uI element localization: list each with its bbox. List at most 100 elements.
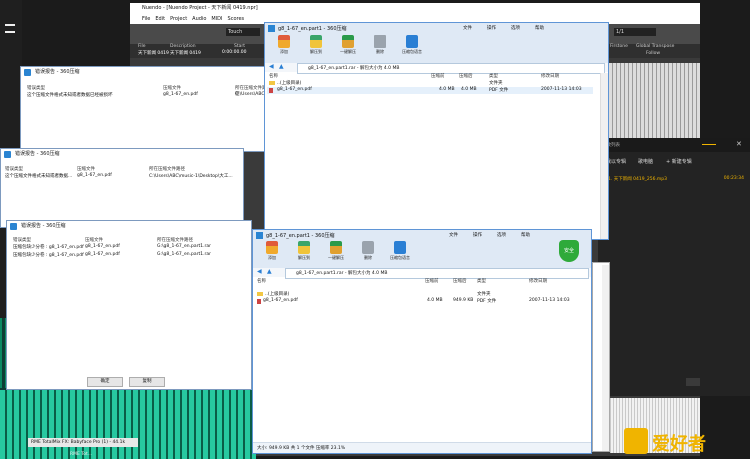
menu-project[interactable]: Project	[170, 14, 187, 24]
delete-button[interactable]: 删除	[369, 35, 391, 55]
add-label: 添加	[280, 49, 288, 54]
back-icon[interactable]: ◀	[257, 268, 262, 275]
app-icon	[268, 25, 275, 32]
add-icon	[266, 241, 278, 254]
col-before[interactable]: 压缩前	[425, 278, 439, 284]
start-header: Start	[234, 44, 245, 49]
app-icon	[24, 69, 31, 76]
zip1-menu-action[interactable]: 操作	[487, 25, 496, 31]
add-button[interactable]: 添加	[273, 35, 295, 55]
menu-midi[interactable]: MIDI	[211, 14, 222, 24]
zip1-file-row[interactable]: g8_1-67_en.pdf 4.0 MB 4.0 MB PDF 文件 2007…	[267, 87, 593, 94]
trash-icon	[362, 241, 374, 254]
col-type[interactable]: 类型	[477, 278, 486, 284]
menu-file[interactable]: File	[142, 14, 150, 24]
zip1-menu-help[interactable]: 帮助	[535, 25, 544, 31]
folder-icon	[269, 81, 275, 85]
zip2-menu-file[interactable]: 文件	[449, 232, 458, 238]
volume-slider[interactable]	[702, 144, 716, 145]
status-text: 大小: 949.9 KB 共 1 个文件 压缩率 23.1%	[257, 446, 346, 451]
touch-select[interactable]: Touch	[226, 28, 260, 36]
col-date[interactable]: 修改日期	[541, 73, 559, 79]
start-menu-icon[interactable]	[5, 24, 15, 33]
archive-window-2: g8_1-67_en.part1 - 360压缩 文件 操作 选项 帮助 添加 …	[252, 229, 592, 454]
col-name[interactable]: 名称	[257, 278, 266, 284]
delete-label: 删除	[364, 255, 372, 260]
col-after[interactable]: 压缩后	[459, 73, 473, 79]
extract-to-button[interactable]: 解压到	[305, 35, 327, 55]
player-close-icon[interactable]: ✕	[736, 140, 742, 148]
up-icon[interactable]: ▲	[267, 268, 272, 275]
pos-select[interactable]: 1/1	[614, 28, 656, 36]
background-scrollbar[interactable]	[602, 265, 609, 451]
extract-to-button[interactable]: 解压到	[293, 241, 315, 261]
parent-dir: ..(上级目录)	[277, 81, 302, 86]
zip1-title: g8_1-67_en.part1 - 360压缩	[278, 26, 347, 32]
one-click-extract-button[interactable]: 一键解压	[337, 35, 359, 55]
zip2-menu-action[interactable]: 操作	[473, 232, 482, 238]
delete-label: 删除	[376, 49, 384, 54]
back-icon[interactable]: ◀	[269, 63, 274, 70]
col-name[interactable]: 名称	[269, 73, 278, 79]
menu-scores[interactable]: Scores	[228, 14, 245, 24]
zip2-title: g8_1-67_en.part1 - 360压缩	[266, 233, 335, 239]
zip1-menu-options[interactable]: 选项	[511, 25, 520, 31]
error3-titlebar: 错误报告 - 360压缩	[7, 221, 251, 232]
file-value: 天下新闻 0419	[138, 51, 169, 56]
col-type[interactable]: 类型	[489, 73, 498, 79]
parent-type: 文件夹	[477, 292, 491, 297]
new-album-button[interactable]: + 新建专辑	[666, 158, 692, 165]
song-row[interactable]: 1. 天下新闻 0419_256.mp3 00:23:34	[608, 176, 748, 184]
one-click-extract-icon	[330, 241, 342, 254]
nuendo-title: Nuendo - [Nuendo Project - 天下新闻 0419.npr…	[142, 5, 258, 11]
safe-shield-icon[interactable]: 安全	[559, 240, 579, 262]
menu-edit[interactable]: Edit	[155, 14, 165, 24]
zip2-parent-row[interactable]: ..(上级目录) 文件夹	[253, 291, 591, 298]
archive-language-button[interactable]: 压缩包语言	[401, 35, 423, 55]
delete-button[interactable]: 删除	[357, 241, 379, 261]
error1-title: 错误报告 - 360压缩	[35, 69, 80, 75]
desc-value: 天下新闻 0419	[170, 51, 201, 56]
my-album-tab[interactable]: 我以专辑	[606, 158, 626, 165]
rme-taskbar[interactable]: RME Tot...	[70, 450, 110, 459]
error-report-1: 错误报告 - 360压缩 错误类型 压缩文件 所在压缩文件路径 这个压缩文件格式…	[20, 66, 268, 152]
rme-title: RME TotalMix FX: Babyface Pro (1) - 44.1…	[31, 440, 126, 445]
col-after[interactable]: 压缩后	[453, 278, 467, 284]
pdf-icon	[257, 299, 261, 304]
app-icon	[10, 223, 17, 230]
menu-audio[interactable]: Audio	[192, 14, 206, 24]
add-button[interactable]: 添加	[261, 241, 283, 261]
up-icon[interactable]: ▲	[279, 63, 284, 70]
pc-tab[interactable]: 歌电脑	[638, 158, 653, 165]
zip1-columns: 名称 压缩前 压缩后 类型 修改日期	[265, 73, 608, 80]
error2-titlebar: 错误报告 - 360压缩	[1, 149, 243, 160]
zip1-parent-row[interactable]: ..(上级目录) 文件夹	[265, 80, 608, 87]
zip2-menu-help[interactable]: 帮助	[521, 232, 530, 238]
zip1-scrollbar[interactable]	[600, 73, 608, 239]
copy-button[interactable]: 复制	[129, 377, 165, 387]
archive-path: C:\Users\ABC\music-1\Desktop\大工...	[149, 174, 233, 179]
error-text: 这个压缩文件格式未知或者数据...	[5, 174, 73, 179]
archive-language-button[interactable]: 压缩包语言	[389, 241, 411, 261]
parent-type: 文件夹	[489, 81, 503, 86]
zip1-nav: ◀ ▲ g8_1-67_en.part1.rar - 解包大小为 4.0 MB	[265, 63, 608, 74]
zip2-menu-options[interactable]: 选项	[497, 232, 506, 238]
zip1-header: g8_1-67_en.part1 - 360压缩 文件 操作 选项 帮助 添加 …	[265, 23, 608, 65]
firstone-label: Firstone	[610, 44, 628, 49]
ok-button[interactable]: 确定	[87, 377, 123, 387]
col-before[interactable]: 压缩前	[431, 73, 445, 79]
col-date[interactable]: 修改日期	[529, 278, 547, 284]
file-name: g8_1-67_en.pdf	[277, 87, 312, 92]
player-bottom-scroll[interactable]	[686, 378, 700, 386]
nuendo-arrange-area[interactable]	[600, 63, 700, 143]
zip2-file-row[interactable]: g8_1-67_en.pdf 4.0 MB 949.9 KB PDF 文件 20…	[255, 298, 577, 305]
parent-dir: ..(上级目录)	[265, 292, 290, 297]
one-click-extract-label: 一键解压	[328, 255, 344, 260]
safe-label: 安全	[563, 248, 574, 254]
archive-name: g8_1-67_en.pdf	[163, 92, 198, 97]
one-click-extract-button[interactable]: 一键解压	[325, 241, 347, 261]
col-error-type: 错误类型	[5, 167, 23, 172]
rme-bar[interactable]: RME TotalMix FX: Babyface Pro (1) - 44.1…	[28, 438, 138, 447]
zip1-menu-file[interactable]: 文件	[463, 25, 472, 31]
file-type: PDF 文件	[489, 88, 509, 93]
